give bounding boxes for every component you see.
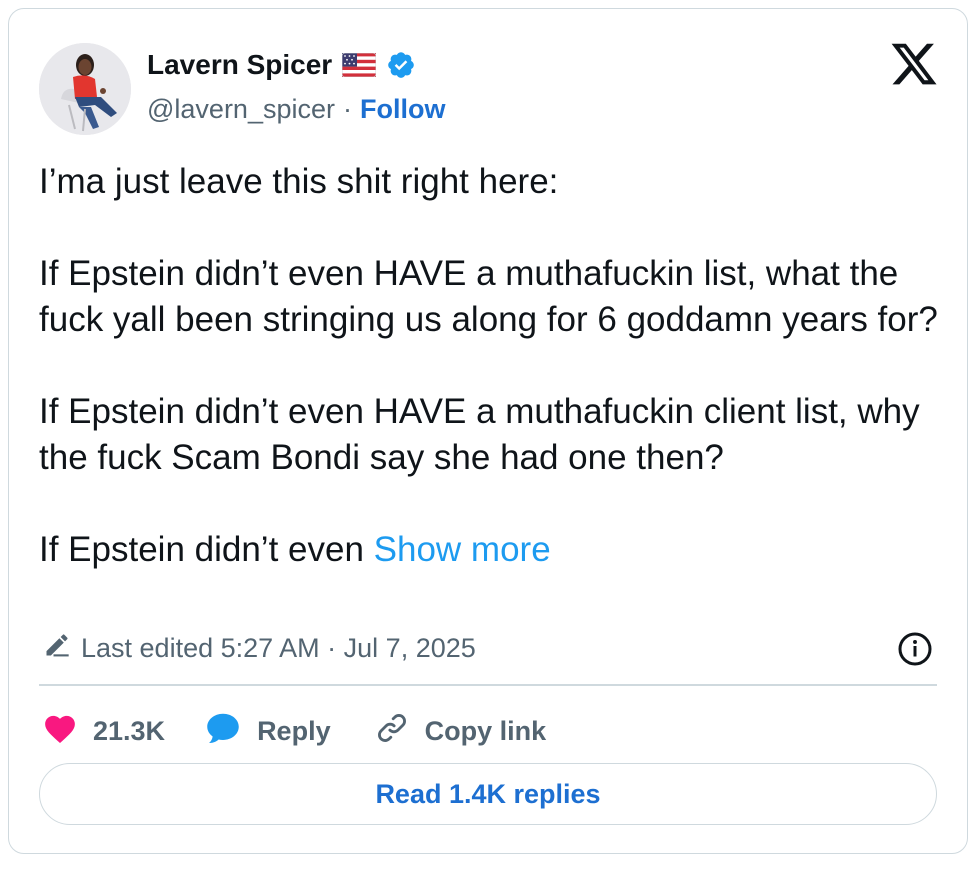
author-name[interactable]: Lavern Spicer xyxy=(147,49,332,81)
like-count: 21.3K xyxy=(93,716,166,746)
reply-label: Reply xyxy=(257,716,331,746)
pencil-icon xyxy=(43,631,71,666)
divider xyxy=(39,684,937,686)
edited-label: Last edited 5:27 AM · Jul 7, 2025 xyxy=(81,633,476,663)
copy-link-label: Copy link xyxy=(424,716,547,746)
tweet-text: I’ma just leave this shit right here: If… xyxy=(39,159,939,573)
reply-button[interactable]: Reply xyxy=(205,711,331,752)
handle-row: @lavern_spicer · Follow xyxy=(147,94,445,125)
author-handle[interactable]: @lavern_spicer xyxy=(147,94,335,125)
read-replies-label: Read 1.4K replies xyxy=(375,778,601,809)
verified-badge-icon xyxy=(386,50,416,80)
follow-button[interactable]: Follow xyxy=(360,94,445,125)
action-bar: 21.3K Reply Copy link xyxy=(43,711,546,752)
tweet-card: Lavern Spicer @lavern_spicer · Follow I’… xyxy=(8,8,968,854)
edited-timestamp[interactable]: Last edited 5:27 AM · Jul 7, 2025 xyxy=(43,631,476,666)
x-logo-icon[interactable] xyxy=(889,39,939,89)
copy-link-button[interactable]: Copy link xyxy=(375,711,547,752)
speech-bubble-icon xyxy=(205,711,241,752)
author-row: Lavern Spicer xyxy=(147,49,416,81)
us-flag-icon xyxy=(341,52,377,78)
heart-icon xyxy=(43,712,77,751)
like-button[interactable]: 21.3K xyxy=(43,712,165,751)
info-icon[interactable] xyxy=(897,631,933,667)
separator-dot: · xyxy=(343,94,352,124)
tweet-body: I’ma just leave this shit right here: If… xyxy=(39,162,938,569)
read-replies-button[interactable]: Read 1.4K replies xyxy=(39,763,937,825)
avatar[interactable] xyxy=(39,43,131,135)
link-icon xyxy=(375,711,409,752)
show-more-link[interactable]: Show more xyxy=(374,530,551,569)
